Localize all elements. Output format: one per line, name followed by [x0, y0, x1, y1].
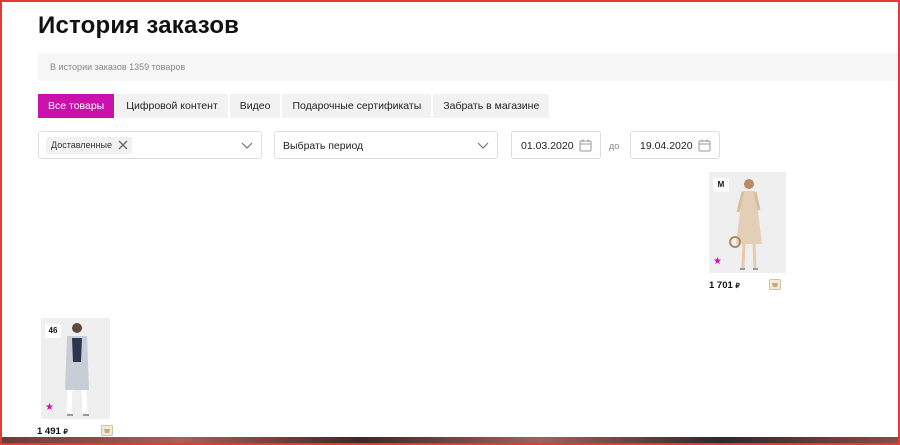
- tab-all-goods[interactable]: Все товары: [38, 94, 115, 118]
- product-photo[interactable]: M ★: [709, 172, 786, 273]
- category-tabs: Все товары Цифровой контент Видео Подаро…: [38, 94, 550, 118]
- tab-digital-content[interactable]: Цифровой контент: [116, 94, 228, 118]
- price-row: 1 491 ₽: [37, 424, 113, 440]
- product-card[interactable]: 46 ★ 1 491 ₽: [37, 318, 113, 440]
- currency-glyph: ₽: [63, 429, 68, 436]
- star-icon: ★: [45, 402, 54, 413]
- chevron-down-icon: [241, 142, 253, 149]
- basket-icon[interactable]: [101, 425, 113, 436]
- status-select[interactable]: Доставленные: [38, 131, 262, 159]
- bottom-thumbnail-strip: [0, 437, 900, 445]
- price-row: 1 701 ₽: [709, 278, 786, 294]
- close-icon[interactable]: [118, 140, 128, 150]
- basket-icon[interactable]: [769, 279, 781, 290]
- star-icon: ★: [713, 256, 722, 267]
- period-select-label: Выбрать период: [283, 140, 364, 152]
- orders-summary-bar: В истории заказов 1359 товаров: [38, 53, 898, 81]
- date-to-label: до: [609, 141, 620, 151]
- chevron-down-icon: [477, 142, 489, 149]
- product-price: 1 701 ₽: [709, 280, 740, 291]
- product-price: 1 491 ₽: [37, 426, 68, 437]
- tab-video[interactable]: Видео: [229, 94, 281, 118]
- date-from-field[interactable]: 01.03.2020: [511, 131, 601, 159]
- product-photo[interactable]: 46 ★: [41, 318, 110, 419]
- tab-pickup-in-store[interactable]: Забрать в магазине: [433, 94, 550, 118]
- period-select[interactable]: Выбрать период: [274, 131, 498, 159]
- size-badge: M: [713, 178, 729, 192]
- orders-summary-text: В истории заказов 1359 товаров: [50, 62, 186, 72]
- size-badge: 46: [45, 324, 61, 338]
- calendar-icon[interactable]: [579, 139, 592, 152]
- product-card[interactable]: M ★ 1 701 ₽: [709, 172, 786, 294]
- calendar-icon[interactable]: [698, 139, 711, 152]
- date-to-field[interactable]: 19.04.2020: [630, 131, 720, 159]
- page-title: История заказов: [38, 12, 240, 39]
- status-chip-label: Доставленные: [51, 140, 112, 150]
- currency-glyph: ₽: [735, 283, 740, 290]
- date-to-value: 19.04.2020: [640, 140, 693, 152]
- date-from-value: 01.03.2020: [521, 140, 574, 152]
- status-chip: Доставленные: [46, 137, 132, 154]
- tab-gift-certificates[interactable]: Подарочные сертификаты: [282, 94, 432, 118]
